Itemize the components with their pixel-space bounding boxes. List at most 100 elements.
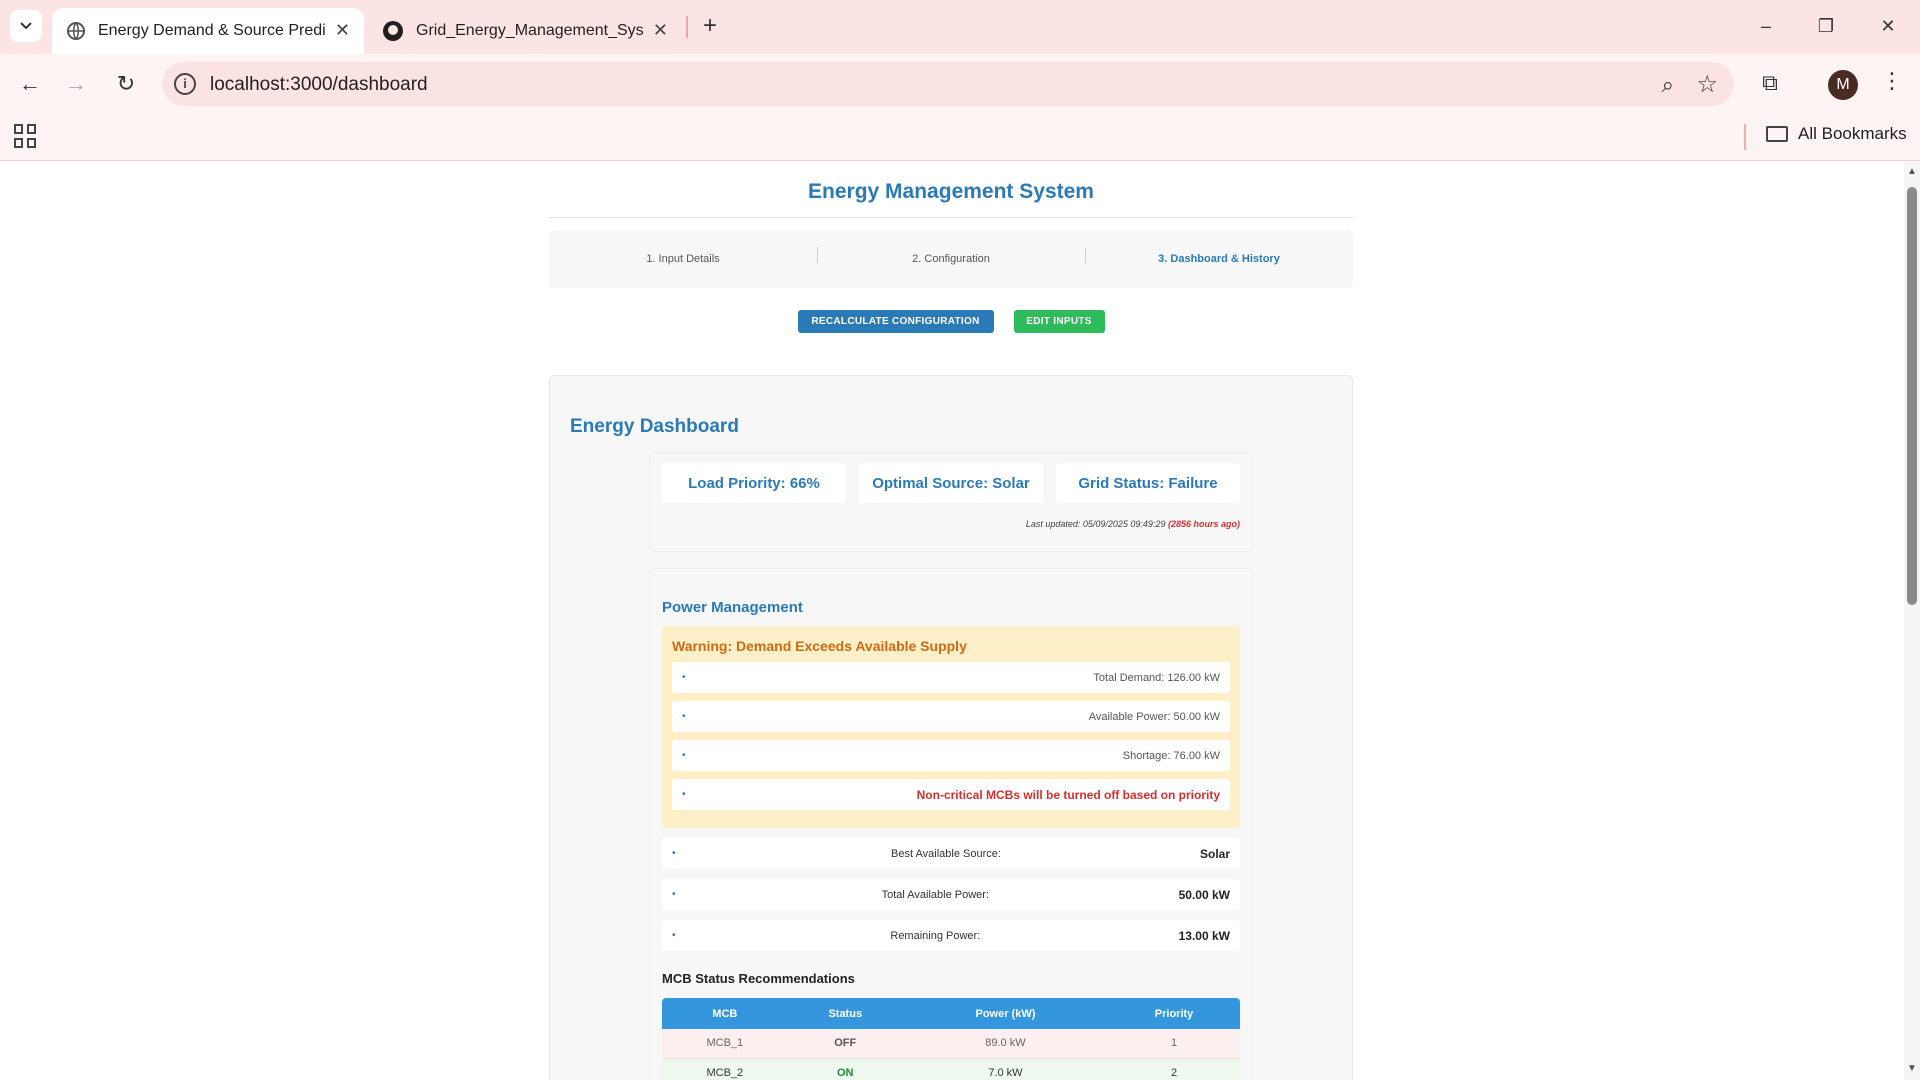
url-text[interactable]: localhost:3000/dashboard xyxy=(210,74,428,96)
mcb-section-title: MCB Status Recommendations xyxy=(662,971,855,986)
step-dashboard-history[interactable]: 3. Dashboard & History xyxy=(1085,247,1353,265)
stat-label: Total Available Power: xyxy=(881,888,990,901)
warning-item-available-power: • Available Power: 50.00 kW xyxy=(672,701,1230,732)
mcb-power: 7.0 kW xyxy=(902,1058,1109,1080)
dashboard-title: Energy Dashboard xyxy=(570,416,739,437)
app-container: Energy Management System 1. Input Detail… xyxy=(549,161,1353,1080)
globe-icon xyxy=(67,22,85,40)
tab-title: Grid_Energy_Management_Syst xyxy=(416,22,644,39)
page-viewport: Energy Management System 1. Input Detail… xyxy=(0,161,1904,1080)
stat-total-available: • Total Available Power: 50.00 kW xyxy=(662,879,1240,910)
warning-text: Non-critical MCBs will be turned off bas… xyxy=(916,787,1220,802)
menu-icon[interactable]: ⋮ xyxy=(1880,68,1904,94)
grid-status-card: Grid Status: Failure xyxy=(1056,463,1240,503)
mcb-name: MCB_2 xyxy=(662,1058,788,1080)
bookmarks-separator xyxy=(1744,124,1746,150)
step-configuration[interactable]: 2. Configuration xyxy=(817,247,1085,265)
warning-text: Available Power: 50.00 kW xyxy=(1088,710,1220,723)
recalculate-button[interactable]: RECALCULATE CONFIGURATION xyxy=(797,310,994,333)
bullet: • xyxy=(682,672,686,683)
warning-item-shortage: • Shortage: 76.00 kW xyxy=(672,740,1230,771)
stat-label: Remaining Power: xyxy=(890,929,981,942)
warning-item-total-demand: • Total Demand: 126.00 kW xyxy=(672,662,1230,693)
stat-label: Best Available Source: xyxy=(891,847,1001,860)
table-row: MCB_1 OFF 89.0 kW 1 xyxy=(662,1029,1240,1059)
dashboard-card: Energy Dashboard Load Priority: 66% Opti… xyxy=(549,375,1353,1080)
browser-toolbar: ← → ↻ i localhost:3000/dashboard ⌕ ☆ ⧉ M… xyxy=(0,54,1920,114)
forward-button[interactable]: → xyxy=(60,68,92,100)
mcb-priority: 1 xyxy=(1108,1029,1240,1059)
mcb-status: OFF xyxy=(787,1029,903,1059)
github-icon xyxy=(383,21,403,41)
scroll-up-arrow-icon[interactable]: ▲ xyxy=(1907,167,1917,177)
restore-button[interactable]: ❐ xyxy=(1812,12,1840,40)
stat-best-source: • Best Available Source: Solar xyxy=(662,838,1240,869)
stat-value: Solar xyxy=(1199,846,1230,861)
power-management-box: Power Management Warning: Demand Exceeds… xyxy=(649,568,1253,1080)
mcb-priority: 2 xyxy=(1108,1058,1240,1080)
mcb-table: MCB Status Power (kW) Priority MCB_1 OFF… xyxy=(662,998,1240,1080)
stepper: 1. Input Details 2. Configuration 3. Das… xyxy=(549,230,1353,288)
bullet: • xyxy=(682,711,686,722)
bullet: • xyxy=(672,848,676,859)
extensions-icon[interactable]: ⧉ xyxy=(1756,70,1784,98)
bullet: • xyxy=(682,750,686,761)
avatar[interactable]: M xyxy=(1828,70,1858,100)
column-header: Power (kW) xyxy=(902,998,1109,1029)
last-updated-text: Last updated: 05/09/2025 09:49:29 xyxy=(1025,519,1166,529)
tab-separator xyxy=(686,16,688,38)
summary-cards: Load Priority: 66% Optimal Source: Solar… xyxy=(662,463,1240,503)
step-input-details[interactable]: 1. Input Details xyxy=(549,253,817,265)
window-close-button[interactable]: ✕ xyxy=(1874,12,1902,40)
all-bookmarks-button[interactable]: All Bookmarks xyxy=(1766,124,1907,144)
warning-text: Total Demand: 126.00 kW xyxy=(1093,671,1220,684)
bullet: • xyxy=(672,930,676,941)
mcb-power: 89.0 kW xyxy=(902,1029,1109,1059)
optimal-source-card: Optimal Source: Solar xyxy=(859,463,1043,503)
mcb-name: MCB_1 xyxy=(662,1029,788,1059)
address-bar[interactable]: i localhost:3000/dashboard ⌕ ☆ xyxy=(162,62,1734,106)
warning-text: Shortage: 76.00 kW xyxy=(1122,749,1220,762)
stat-value: 50.00 kW xyxy=(1178,887,1230,902)
apps-icon[interactable] xyxy=(14,124,38,148)
bullet: • xyxy=(682,789,686,800)
summary-box: Load Priority: 66% Optimal Source: Solar… xyxy=(649,452,1253,552)
column-header: Status xyxy=(787,998,903,1029)
load-priority-card: Load Priority: 66% xyxy=(662,463,846,503)
zoom-icon[interactable]: ⌕ xyxy=(1662,72,1674,98)
back-button[interactable]: ← xyxy=(14,68,46,100)
reload-button[interactable]: ↻ xyxy=(110,68,142,100)
bookmarks-bar: All Bookmarks xyxy=(0,114,1920,161)
chevron-down-icon xyxy=(20,22,32,30)
column-header: MCB xyxy=(662,998,788,1029)
last-updated: Last updated: 05/09/2025 09:49:29 (2856 … xyxy=(662,519,1240,529)
power-management-title: Power Management xyxy=(662,599,803,616)
warning-box: Warning: Demand Exceeds Available Supply… xyxy=(662,626,1240,828)
table-row: MCB_2 ON 7.0 kW 2 xyxy=(662,1058,1240,1080)
scroll-down-arrow-icon[interactable]: ▼ xyxy=(1907,1064,1917,1074)
stat-value: 13.00 kW xyxy=(1178,928,1230,943)
bookmark-star-icon[interactable]: ☆ xyxy=(1696,70,1718,99)
tab-github[interactable]: Grid_Energy_Management_Syst ✕ xyxy=(372,8,682,54)
table-header-row: MCB Status Power (kW) Priority xyxy=(662,998,1240,1029)
tab-title: Energy Demand & Source Predi xyxy=(98,22,326,39)
stat-remaining-power: • Remaining Power: 13.00 kW xyxy=(662,920,1240,951)
last-updated-ago: (2856 hours ago) xyxy=(1167,519,1240,529)
browser-chrome: Energy Demand & Source Predi ✕ Grid_Ener… xyxy=(0,0,1920,161)
info-icon[interactable]: i xyxy=(174,73,196,95)
close-icon[interactable]: ✕ xyxy=(653,20,668,41)
bullet: • xyxy=(672,889,676,900)
close-icon[interactable]: ✕ xyxy=(335,20,350,41)
action-buttons: RECALCULATE CONFIGURATION EDIT INPUTS xyxy=(549,310,1353,333)
tab-search-button[interactable] xyxy=(10,10,42,42)
new-tab-button[interactable]: + xyxy=(696,12,724,40)
tab-strip: Energy Demand & Source Predi ✕ Grid_Ener… xyxy=(0,0,1920,54)
mcb-status: ON xyxy=(787,1058,903,1080)
tab-energy-demand[interactable]: Energy Demand & Source Predi ✕ xyxy=(52,8,364,54)
edit-inputs-button[interactable]: EDIT INPUTS xyxy=(1013,310,1105,333)
warning-item-noncritical: • Non-critical MCBs will be turned off b… xyxy=(672,779,1230,810)
warning-title: Warning: Demand Exceeds Available Supply xyxy=(672,638,967,654)
scrollbar-thumb[interactable] xyxy=(1907,187,1917,605)
page-scrollbar[interactable]: ▲ ▼ xyxy=(1904,161,1920,1080)
minimize-button[interactable]: – xyxy=(1752,12,1780,40)
